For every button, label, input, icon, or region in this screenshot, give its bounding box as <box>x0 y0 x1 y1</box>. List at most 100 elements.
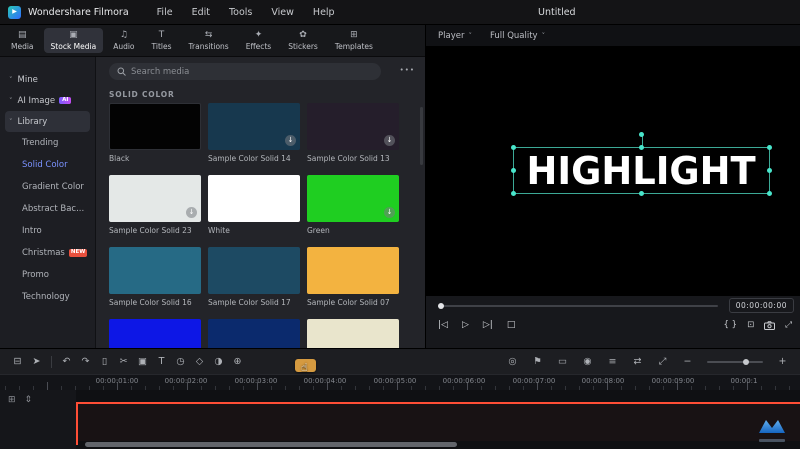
resize-handle[interactable] <box>511 191 516 196</box>
app-logo-icon[interactable]: ▶ <box>8 5 21 19</box>
download-icon[interactable]: ↓ <box>384 135 395 146</box>
pointer-icon[interactable]: ➤ <box>27 357 46 367</box>
swatch-partial[interactable] <box>208 319 300 348</box>
undo-icon[interactable]: ↶ <box>57 357 76 367</box>
next-frame-button[interactable]: ▷| <box>483 320 493 330</box>
sidebar-item-solid-color[interactable]: Solid Color <box>0 154 95 176</box>
rotate-handle[interactable] <box>639 132 644 137</box>
zoom-out-icon[interactable]: − <box>678 357 697 367</box>
timeline-zoom-slider[interactable] <box>707 359 763 365</box>
swatch-color[interactable] <box>307 319 399 348</box>
sidebar-item-technology[interactable]: Technology <box>0 286 95 308</box>
swatch-color[interactable] <box>307 247 399 294</box>
swatch-color[interactable] <box>109 247 201 294</box>
swatch-color[interactable] <box>208 247 300 294</box>
marker-icon[interactable]: ⚑ <box>528 357 547 367</box>
vertical-scrollbar[interactable] <box>420 107 423 165</box>
speed-icon[interactable]: ◷ <box>171 357 190 367</box>
zoom-fit-icon[interactable]: ⤢ <box>653 357 672 367</box>
menu-tools[interactable]: Tools <box>229 7 252 18</box>
quality-select[interactable]: Full Quality ˅ <box>490 31 545 41</box>
stop-button[interactable]: □ <box>507 320 516 330</box>
download-icon[interactable]: ↓ <box>384 207 395 218</box>
resize-handle[interactable] <box>511 168 516 173</box>
resize-handle[interactable] <box>511 145 516 150</box>
snapshot-icon[interactable] <box>764 320 776 330</box>
sidebar-item-intro[interactable]: Intro <box>0 220 95 242</box>
tab-effects[interactable]: ✦ Effects <box>239 28 279 53</box>
motion-track-icon[interactable]: ⊕ <box>228 357 247 367</box>
fullscreen-icon[interactable]: ⤢ <box>785 320 792 330</box>
swatch-color[interactable] <box>109 103 201 150</box>
overlay-text[interactable]: HIGHLIGHT <box>527 152 756 190</box>
zoom-in-icon[interactable]: + <box>773 357 792 367</box>
resize-handle[interactable] <box>767 168 772 173</box>
crop-icon[interactable]: ▣ <box>133 357 152 367</box>
text-tool-icon[interactable]: T <box>152 357 171 367</box>
render-preview-icon[interactable]: ◎ <box>503 357 522 367</box>
tab-media[interactable]: ▤ Media <box>4 28 41 53</box>
resize-handle[interactable] <box>639 145 644 150</box>
redo-icon[interactable]: ↷ <box>76 357 95 367</box>
manage-tracks-icon[interactable]: ⊞ <box>8 396 16 449</box>
swatch-solid-07[interactable]: Sample Color Solid 07 <box>307 247 399 307</box>
chroma-key-icon[interactable]: ◑ <box>209 357 228 367</box>
sidebar-item-gradient-color[interactable]: Gradient Color <box>0 176 95 198</box>
horizontal-scrollbar[interactable] <box>85 442 457 447</box>
media-browser-icon[interactable]: ⊟ <box>8 357 27 367</box>
device-preview-icon[interactable]: ▭ <box>553 357 572 367</box>
swatch-color[interactable]: ↓ <box>208 103 300 150</box>
seek-knob[interactable] <box>438 303 444 309</box>
menu-help[interactable]: Help <box>313 7 335 18</box>
swatch-solid-13[interactable]: ↓ Sample Color Solid 13 <box>307 103 399 163</box>
sidebar-item-abstract-background[interactable]: Abstract Bac... <box>0 198 95 220</box>
split-icon[interactable]: ✂ <box>114 357 133 367</box>
swatch-color[interactable] <box>109 319 201 348</box>
swatch-solid-14[interactable]: ↓ Sample Color Solid 14 <box>208 103 300 163</box>
sidebar-item-trending[interactable]: Trending <box>0 132 95 154</box>
player-menu[interactable]: Player ˅ <box>438 31 472 41</box>
swatch-color[interactable]: ↓ <box>307 103 399 150</box>
sidebar-item-promo[interactable]: Promo <box>0 264 95 286</box>
swatch-green[interactable]: ↓ Green <box>307 175 399 235</box>
menu-view[interactable]: View <box>271 7 294 18</box>
swatch-solid-23[interactable]: ↓ Sample Color Solid 23 <box>109 175 201 235</box>
auto-ripple-icon[interactable]: ⇄ <box>628 357 647 367</box>
swatch-solid-17[interactable]: Sample Color Solid 17 <box>208 247 300 307</box>
tab-audio[interactable]: ♫ Audio <box>106 28 141 53</box>
track-height-icon[interactable]: ⇕ <box>25 396 33 449</box>
download-icon[interactable]: ↓ <box>285 135 296 146</box>
sidebar-group-library[interactable]: ˅ Library <box>5 111 90 132</box>
menu-file[interactable]: File <box>157 7 173 18</box>
text-selection-box[interactable]: HIGHLIGHT <box>511 132 772 196</box>
swatch-partial[interactable] <box>307 319 399 348</box>
sidebar-group-ai-image[interactable]: ˅ AI Image AI <box>0 90 95 111</box>
aspect-ratio-icon[interactable]: ⊡ <box>747 320 754 330</box>
seek-bar[interactable] <box>438 303 718 309</box>
resize-handle[interactable] <box>767 191 772 196</box>
search-input[interactable] <box>131 66 351 77</box>
timeline-tracks[interactable]: ⊞ ⇕ <box>0 390 800 449</box>
swatch-partial[interactable] <box>109 319 201 348</box>
zoom-slider-knob[interactable] <box>743 359 750 365</box>
tab-titles[interactable]: T Titles <box>145 28 179 53</box>
swatch-color[interactable]: ↓ <box>307 175 399 222</box>
menu-edit[interactable]: Edit <box>192 7 210 18</box>
tab-stock-media[interactable]: ▣ Stock Media <box>43 28 104 53</box>
swatch-color[interactable]: ↓ <box>109 175 201 222</box>
tab-templates[interactable]: ⊞ Templates <box>328 28 380 53</box>
swatch-white[interactable]: White <box>208 175 300 235</box>
timeline-ruler[interactable]: 00:00:01:00 00:00:02:00 00:00:03:00 00:0… <box>0 374 800 390</box>
swatch-solid-16[interactable]: Sample Color Solid 16 <box>109 247 201 307</box>
swatch-black[interactable]: Black <box>109 103 201 163</box>
play-button[interactable]: ▷ <box>462 320 469 330</box>
tab-stickers[interactable]: ✿ Stickers <box>281 28 325 53</box>
preview-canvas[interactable]: HIGHLIGHT <box>426 47 800 295</box>
delete-icon[interactable]: ▯ <box>95 357 114 367</box>
swatch-color[interactable] <box>208 319 300 348</box>
swatch-color[interactable] <box>208 175 300 222</box>
sidebar-item-christmas[interactable]: Christmas NEW <box>0 242 95 264</box>
download-icon[interactable]: ↓ <box>186 207 197 218</box>
tab-transitions[interactable]: ⇆ Transitions <box>182 28 236 53</box>
resize-handle[interactable] <box>639 191 644 196</box>
